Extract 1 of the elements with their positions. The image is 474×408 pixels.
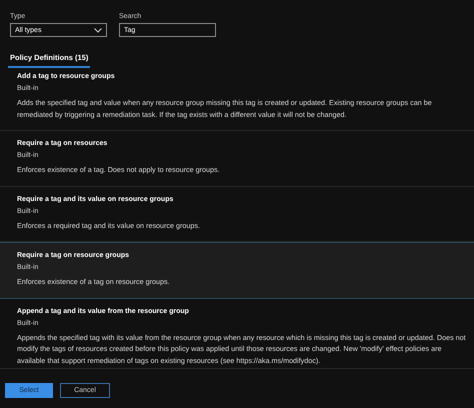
chevron-down-icon	[94, 28, 102, 32]
